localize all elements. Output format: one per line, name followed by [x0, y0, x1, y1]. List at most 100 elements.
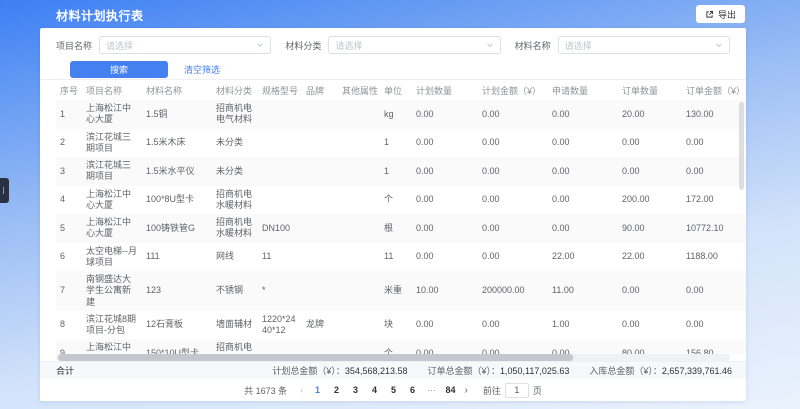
main-panel: 项目名称请选择材料分类请选择材料名称请选择 搜索 清空筛选 序号项目名称材料名称… [40, 28, 746, 401]
table-cell: 个 [380, 186, 412, 215]
table-cell: 0.00 [412, 311, 478, 340]
table-cell: 12石膏板 [142, 311, 212, 340]
filter-select[interactable]: 请选择 [558, 36, 730, 54]
table-cell [258, 339, 302, 354]
table-cell: 招商机电水暖材料 [212, 339, 258, 354]
table-cell [338, 157, 380, 186]
table-cell: 10.00 [412, 271, 478, 311]
table-cell [338, 129, 380, 158]
search-button[interactable]: 搜索 [70, 61, 168, 78]
table-cell: 0.00 [548, 157, 618, 186]
table-cell: 上海松江中心大厦 [82, 100, 142, 129]
vertical-scrollbar[interactable] [739, 102, 744, 350]
select-placeholder: 请选择 [335, 39, 362, 52]
table-cell: 156.80 [682, 339, 746, 354]
table-cell [302, 100, 338, 129]
table-row: 5上海松江中心大厦100铸铁管G招商机电水暖材料DN100根0.000.000.… [56, 214, 746, 243]
horizontal-scrollbar[interactable] [56, 354, 730, 361]
filter-group: 材料分类 请选择 [285, 36, 500, 54]
table-cell: 9 [56, 339, 82, 354]
summary-item: 入库总金额（¥）：2,657,339,761.46 [589, 364, 732, 377]
table-cell: 3 [56, 157, 82, 186]
summary-item-value: 1,050,117,025.63 [500, 366, 569, 376]
table-cell [338, 271, 380, 311]
table-cell: 龙牌 [302, 311, 338, 340]
horizontal-scrollbar-thumb[interactable] [58, 354, 573, 361]
table-cell [258, 157, 302, 186]
table-cell: 1.5米木床 [142, 129, 212, 158]
table-cell: 22.00 [618, 243, 682, 272]
column-header: 品牌 [302, 80, 338, 100]
table-cell: 90.00 [618, 214, 682, 243]
table-cell: DN100 [258, 214, 302, 243]
table-cell: 1 [56, 100, 82, 129]
table-row: 8滨江花城8期项目-分包12石膏板墙面辅材1220*2440*12龙牌块0.00… [56, 311, 746, 340]
page-number-button[interactable]: 4 [367, 383, 381, 397]
table-cell [338, 311, 380, 340]
table-row: 6太空电梯--月球项目111网线11110.000.0022.0022.0011… [56, 243, 746, 272]
column-header: 材料名称 [142, 80, 212, 100]
column-header: 计划金额（¥） [478, 80, 548, 100]
next-page-button[interactable]: › [463, 385, 470, 396]
table-cell: * [258, 271, 302, 311]
table-cell: 200000.00 [478, 271, 548, 311]
table-cell: 111 [142, 243, 212, 272]
table-cell: 6 [56, 243, 82, 272]
table-cell: 0.00 [478, 186, 548, 215]
page-number-button[interactable]: 2 [329, 383, 343, 397]
filter-group: 材料名称请选择 [515, 36, 730, 54]
table-cell: 0.00 [478, 339, 548, 354]
filter-label: 材料分类 [285, 39, 321, 52]
page-number-button[interactable]: 84 [443, 383, 457, 397]
table-cell: 上海松江中心大厦 [82, 214, 142, 243]
filter-label: 材料名称 [515, 39, 551, 52]
table-cell [338, 339, 380, 354]
filter-select[interactable]: 请选择 [99, 36, 271, 54]
chevron-down-icon [715, 41, 723, 49]
table-cell: 100铸铁管G [142, 214, 212, 243]
column-header: 申请数量 [548, 80, 618, 100]
filter-select[interactable]: 请选择 [328, 36, 500, 54]
table-cell: 10772.10 [682, 214, 746, 243]
table-cell: 5 [56, 214, 82, 243]
table-cell [302, 129, 338, 158]
page-number-button[interactable]: 5 [386, 383, 400, 397]
vertical-scrollbar-thumb[interactable] [739, 102, 744, 190]
summary-row: 合计 计划总金额（¥）：354,568,213.58订单总金额（¥）：1,050… [40, 361, 746, 379]
table-cell: 0.00 [478, 129, 548, 158]
table-cell: 未分类 [212, 157, 258, 186]
table-cell: 0.00 [478, 214, 548, 243]
page-number-button[interactable]: 6 [405, 383, 419, 397]
table-cell: 1.5铜 [142, 100, 212, 129]
sidebar-collapse-handle[interactable] [0, 178, 9, 203]
table-cell: 1220*2440*12 [258, 311, 302, 340]
table-cell [302, 157, 338, 186]
export-button[interactable]: 导出 [696, 5, 745, 23]
table-cell: 招商机电水暖材料 [212, 186, 258, 215]
table-cell: 130.00 [682, 100, 746, 129]
column-header: 订单数量 [618, 80, 682, 100]
column-header: 计划数量 [412, 80, 478, 100]
table-cell: 150*10U型卡 [142, 339, 212, 354]
summary-item: 订单总金额（¥）：1,050,117,025.63 [427, 364, 569, 377]
table-cell: 123 [142, 271, 212, 311]
page-number-button[interactable]: 3 [348, 383, 362, 397]
table-cell: 8 [56, 311, 82, 340]
table-cell: 米重 [380, 271, 412, 311]
table-cell: 根 [380, 214, 412, 243]
table-cell: 0.00 [412, 214, 478, 243]
table-cell [302, 271, 338, 311]
clear-filters-link[interactable]: 清空筛选 [184, 63, 220, 76]
table-cell: 个 [380, 339, 412, 354]
prev-page-button[interactable]: ‹ [298, 385, 305, 396]
export-label: 导出 [718, 8, 736, 21]
table-cell [258, 129, 302, 158]
table-cell: 0.00 [478, 311, 548, 340]
column-header: 材料分类 [212, 80, 258, 100]
table-cell: 20.00 [618, 100, 682, 129]
table-cell: 1188.00 [682, 243, 746, 272]
table-cell: 11 [380, 243, 412, 272]
table-cell: 0.00 [412, 129, 478, 158]
page-number-button[interactable]: 1 [310, 383, 324, 397]
goto-page-input[interactable] [505, 383, 529, 398]
